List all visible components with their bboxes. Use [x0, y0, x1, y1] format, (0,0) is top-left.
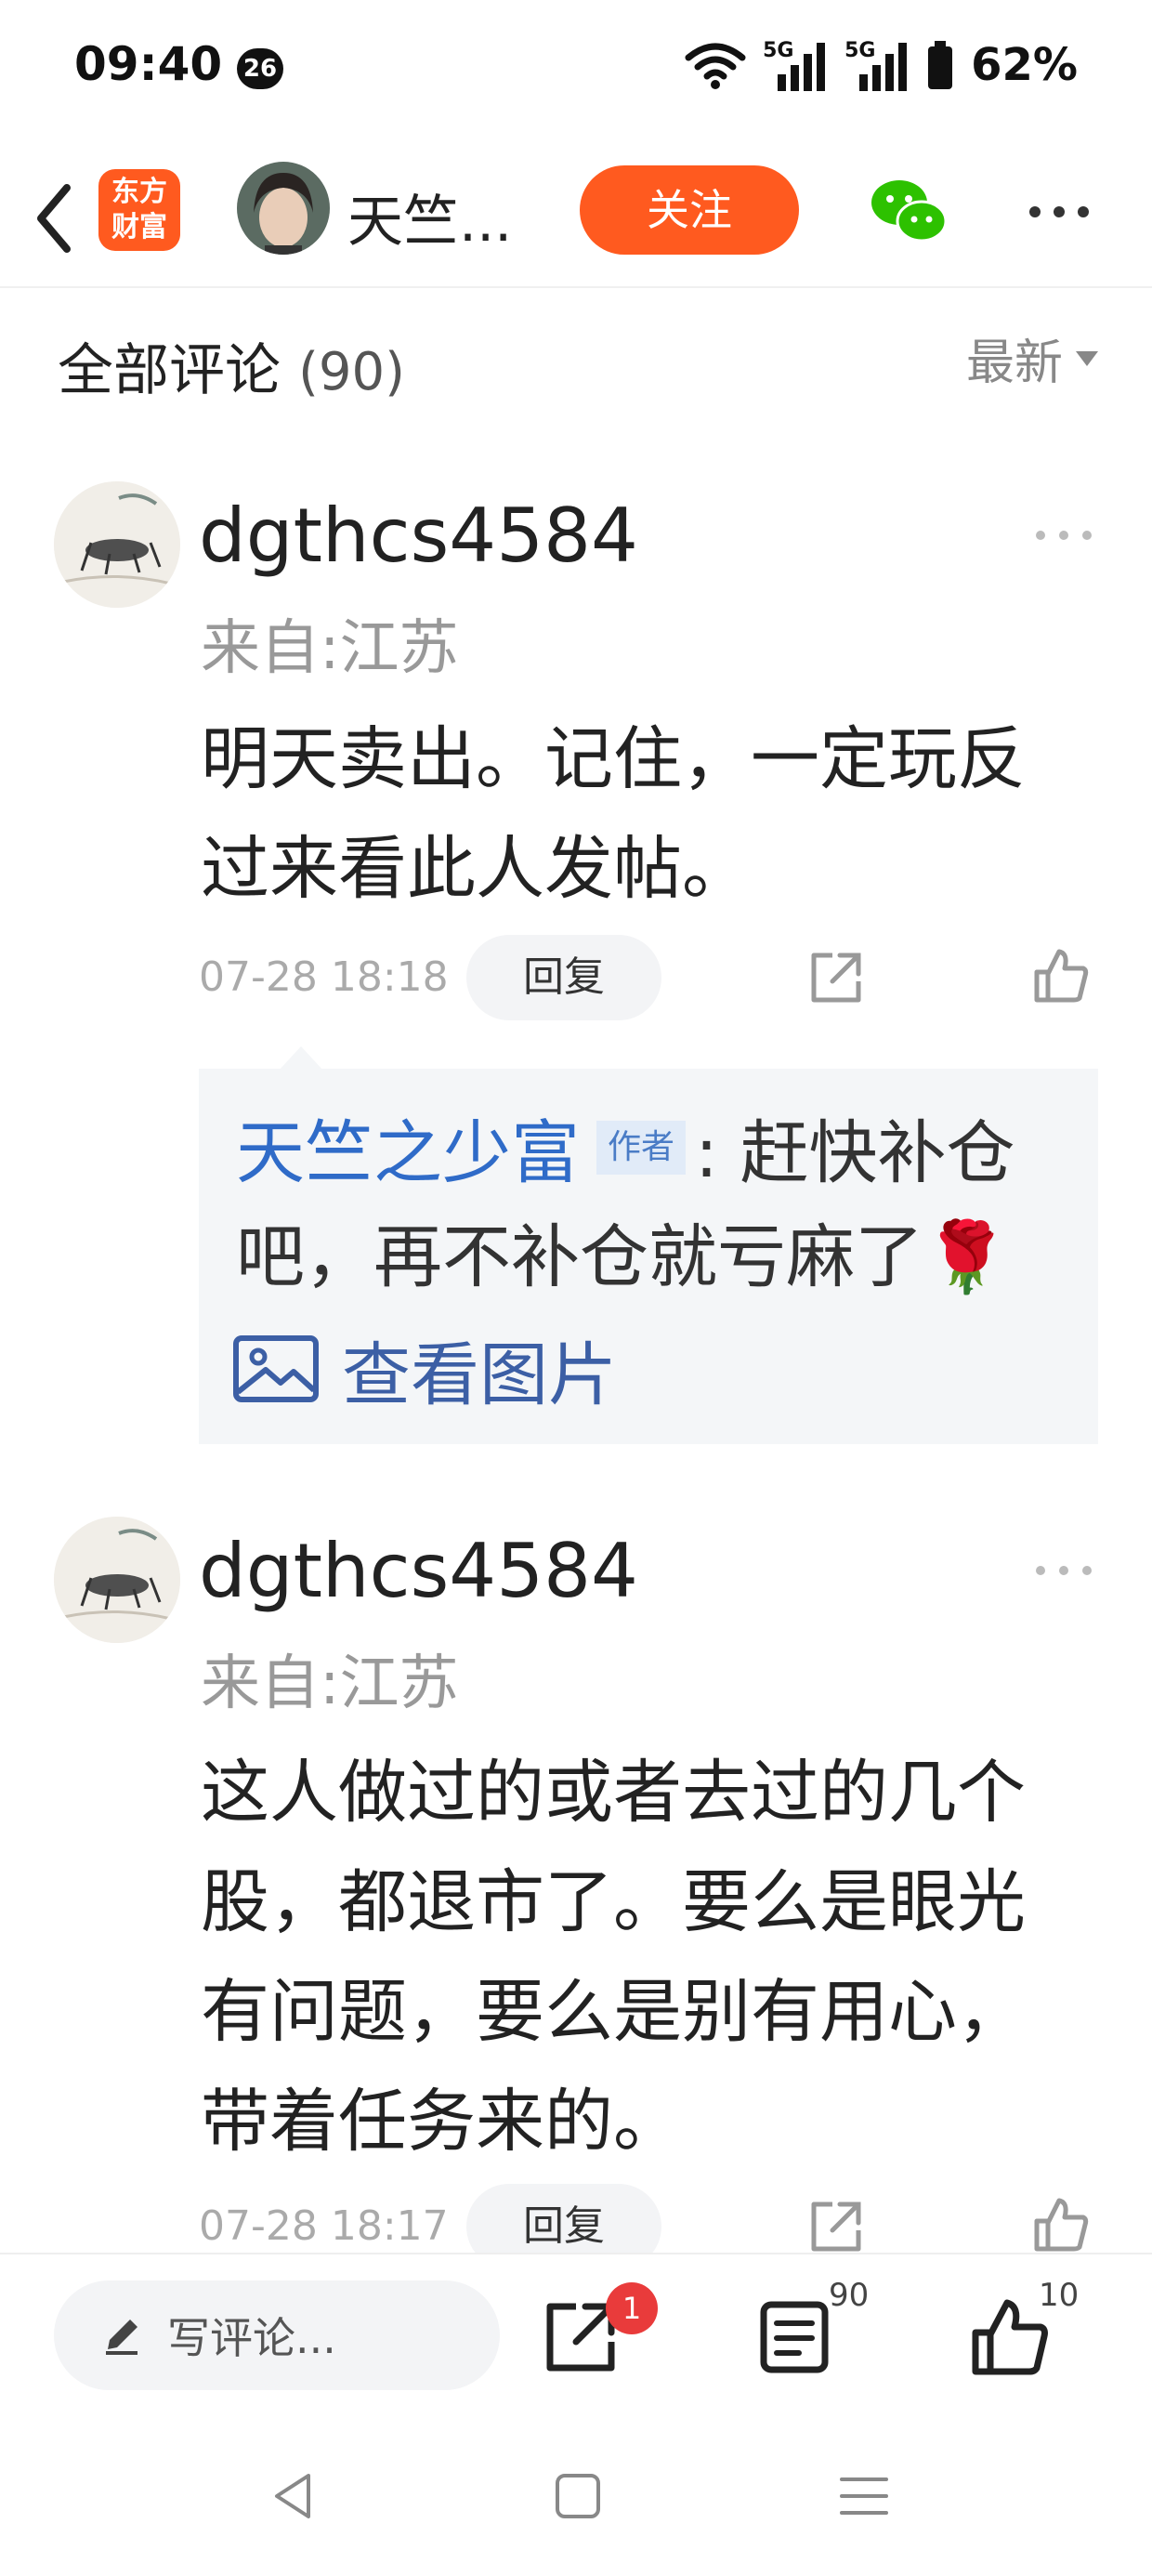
author-name[interactable]: 天竺...: [347, 177, 512, 257]
like-count: 10: [1039, 2277, 1080, 2314]
share-badge: 1: [606, 2282, 658, 2334]
commenter-location: 来自:江苏: [201, 614, 459, 683]
comments-title-text: 全部评论: [58, 338, 281, 403]
author-reply-line: 天竺之少富 作者: 赶快补仓: [236, 1102, 1015, 1204]
reply-button[interactable]: 回复: [466, 935, 661, 1020]
signal-bars-icon: [778, 43, 826, 91]
status-time: 09:40: [74, 37, 223, 91]
image-icon: [233, 1335, 319, 1402]
cell-signal-1: 5G: [763, 39, 828, 91]
write-comment-input[interactable]: 写评论...: [54, 2280, 500, 2390]
commenter-avatar[interactable]: [54, 1517, 180, 1643]
status-bar: 09:40 26 5G 5G 62%: [0, 0, 1152, 139]
caret-down-icon: [1076, 350, 1098, 366]
comment-date: 07-28 18:17: [199, 2202, 449, 2250]
post-header: 东方 财富 天竺... 关注: [0, 149, 1152, 288]
battery-percent: 62%: [971, 39, 1078, 91]
commenter-username[interactable]: dgthcs4584: [199, 1528, 638, 1614]
sort-dropdown[interactable]: 最新: [966, 323, 1098, 393]
bottom-action-bar: 写评论... 1 90 10: [0, 2253, 1152, 2416]
reply-pointer: [279, 1046, 323, 1071]
author-tag-badge: 作者: [596, 1121, 687, 1176]
nav-back-icon[interactable]: [266, 2468, 321, 2524]
more-options-icon[interactable]: [1022, 193, 1096, 230]
nav-menu-icon[interactable]: [836, 2468, 892, 2524]
pencil-icon: [106, 2320, 137, 2355]
nav-home-icon[interactable]: [550, 2468, 606, 2524]
comment-count: 90: [829, 2277, 870, 2314]
reply-text-part1: : 赶快补仓: [695, 1113, 1015, 1193]
eastmoney-logo[interactable]: 东方 财富: [98, 169, 180, 251]
comments-section-title: 全部评论 (90): [58, 325, 405, 406]
avatar-portrait: [237, 162, 330, 255]
logo-text-top: 东方: [111, 176, 167, 208]
notification-count-badge: 26: [237, 48, 283, 89]
comment-date: 07-28 18:18: [199, 953, 449, 1001]
thumbs-up-icon[interactable]: [966, 2295, 1050, 2379]
comment-more-icon[interactable]: [1031, 1561, 1096, 1580]
share-icon[interactable]: [806, 948, 866, 1007]
follow-button[interactable]: 关注: [580, 165, 799, 255]
status-indicators: 5G 5G 62%: [685, 37, 1078, 93]
signal-bars-icon: [859, 43, 908, 91]
thumbs-up-icon[interactable]: [1031, 946, 1091, 1005]
cell-signal-2: 5G: [844, 39, 910, 91]
avatar-ink-painting: [54, 481, 180, 608]
logo-text-bottom: 财富: [111, 211, 167, 243]
author-avatar[interactable]: [237, 162, 330, 255]
wechat-share-icon[interactable]: [868, 175, 951, 249]
share-icon[interactable]: [806, 2197, 866, 2256]
write-comment-placeholder: 写评论...: [167, 2313, 336, 2363]
reply-author-name[interactable]: 天竺之少富: [236, 1113, 580, 1193]
battery-icon: [928, 41, 953, 89]
commenter-username[interactable]: dgthcs4584: [199, 493, 638, 579]
comment-more-icon[interactable]: [1031, 526, 1096, 545]
system-navigation-bar: [0, 2416, 1152, 2576]
reply-text-part2: 吧，再不补仓就亏麻了🌹: [236, 1217, 1010, 1297]
view-image-label: 查看图片: [342, 1334, 617, 1415]
back-arrow-icon[interactable]: [26, 177, 82, 260]
comment-text: 明天卖出。记住，一定玩反过来看此人发帖。: [201, 719, 1026, 909]
comments-count: (90): [298, 342, 406, 402]
view-image-link[interactable]: 查看图片: [232, 1327, 617, 1415]
sort-label: 最新: [965, 335, 1063, 391]
wifi-icon: [685, 43, 746, 89]
commenter-avatar[interactable]: [54, 481, 180, 608]
thumbs-up-icon[interactable]: [1031, 2195, 1091, 2254]
comment-text: 这人做过的或者去过的几个股，都退市了。要么是眼光有问题，要么是别有用心，带着任务…: [201, 1753, 1026, 2162]
commenter-location: 来自:江苏: [201, 1649, 459, 1718]
avatar-ink-painting: [54, 1517, 180, 1643]
comments-icon[interactable]: [753, 2295, 836, 2379]
